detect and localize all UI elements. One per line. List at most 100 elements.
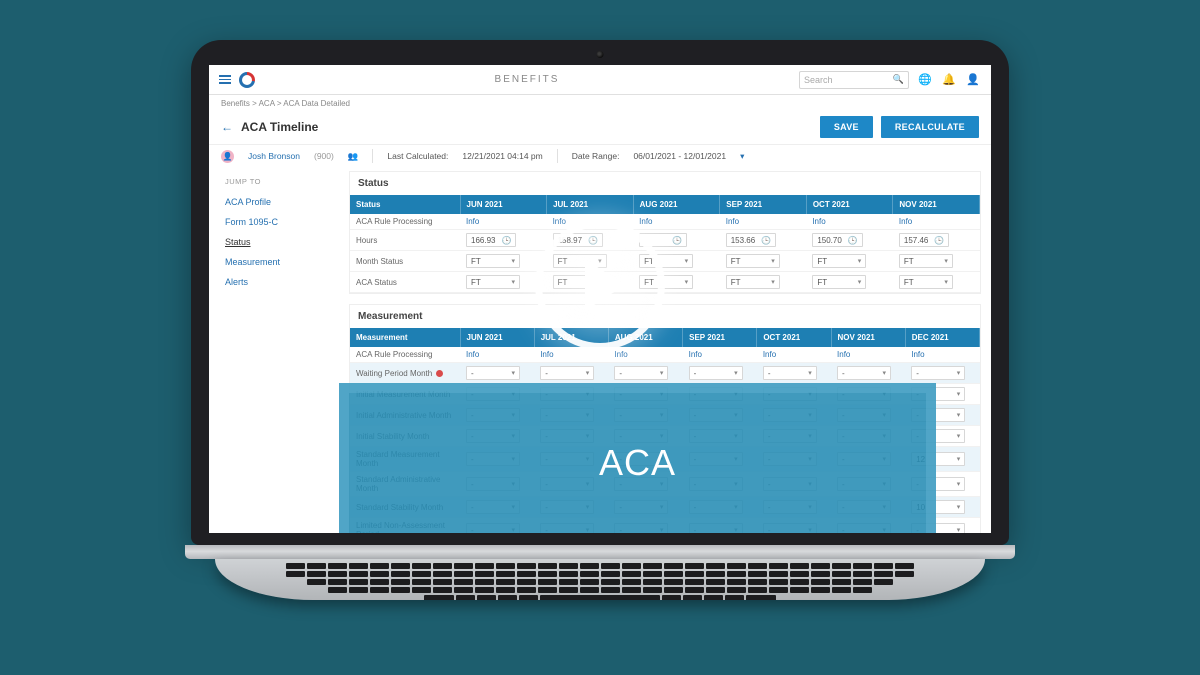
sidebar-item-alerts[interactable]: Alerts — [225, 272, 339, 292]
status-select[interactable]: FT▾ — [466, 275, 520, 289]
status-title: Status — [350, 172, 980, 195]
sidebar-item-form-1095-c[interactable]: Form 1095-C — [225, 212, 339, 232]
measurement-select[interactable]: -▾ — [689, 366, 743, 380]
info-link[interactable]: Info — [899, 217, 912, 226]
col-header: Measurement — [350, 328, 460, 347]
play-button[interactable] — [535, 220, 665, 350]
clock-icon: 🕒 — [848, 236, 858, 245]
save-button[interactable]: SAVE — [820, 116, 873, 138]
employee-id: (900) — [314, 151, 334, 161]
banner-text: ACA — [599, 442, 676, 484]
clock-icon: 🕒 — [934, 236, 944, 245]
chevron-down-icon: ▾ — [957, 503, 961, 511]
hours-input[interactable]: 150.70🕒 — [812, 233, 862, 247]
chevron-down-icon: ▾ — [957, 432, 961, 440]
info-link[interactable]: Info — [689, 350, 702, 359]
status-select[interactable]: FT▾ — [726, 254, 780, 268]
last-calculated-value: 12/21/2021 04:14 pm — [462, 151, 542, 161]
table-row: Waiting Period Month-▾-▾-▾-▾-▾-▾-▾ — [350, 363, 980, 384]
video-title-banner: ACA — [339, 383, 936, 533]
sidebar-item-aca-profile[interactable]: ACA Profile — [225, 192, 339, 212]
chevron-down-icon: ▾ — [957, 411, 961, 419]
chevron-down-icon[interactable]: ▾ — [740, 151, 744, 162]
hours-input[interactable]: 166.93🕒 — [466, 233, 516, 247]
breadcrumb-2[interactable]: ACA — [259, 99, 275, 108]
info-link[interactable]: Info — [466, 217, 479, 226]
date-range-label: Date Range: — [572, 151, 620, 161]
search-input[interactable]: Search 🔍 — [799, 71, 909, 89]
hours-input[interactable]: 157.46🕒 — [899, 233, 949, 247]
breadcrumb-1[interactable]: Benefits — [221, 99, 250, 108]
col-header: Status — [350, 195, 460, 214]
info-link[interactable]: Info — [911, 350, 924, 359]
col-header: OCT 2021 — [806, 195, 893, 214]
info-link[interactable]: Info — [763, 350, 776, 359]
measurement-select[interactable]: -▾ — [911, 366, 965, 380]
chevron-down-icon: ▾ — [511, 369, 515, 377]
play-icon — [585, 259, 625, 311]
last-calculated-label: Last Calculated: — [387, 151, 448, 161]
chevron-down-icon: ▾ — [808, 369, 812, 377]
chevron-down-icon: ▾ — [858, 257, 862, 265]
chevron-down-icon: ▾ — [957, 526, 961, 533]
employee-name[interactable]: Josh Bronson — [248, 151, 300, 161]
status-select[interactable]: FT▾ — [466, 254, 520, 268]
hours-input[interactable]: 153.66🕒 — [726, 233, 776, 247]
measurement-select[interactable]: -▾ — [466, 366, 520, 380]
chevron-down-icon: ▾ — [957, 369, 961, 377]
status-select[interactable]: FT▾ — [812, 254, 866, 268]
chevron-down-icon: ▾ — [944, 278, 948, 286]
app-logo — [239, 72, 255, 88]
info-link[interactable]: Info — [726, 217, 739, 226]
measurement-select[interactable]: -▾ — [763, 366, 817, 380]
globe-icon[interactable]: 🌐 — [917, 72, 933, 88]
date-range-value[interactable]: 06/01/2021 - 12/01/2021 — [633, 151, 726, 161]
col-header: SEP 2021 — [720, 195, 807, 214]
chevron-down-icon: ▾ — [957, 480, 961, 488]
app-title: BENEFITS — [263, 74, 791, 85]
col-header: NOV 2021 — [831, 328, 905, 347]
laptop-base — [185, 545, 1015, 600]
back-arrow-icon[interactable]: ← — [221, 120, 233, 134]
webcam — [597, 51, 604, 58]
recalculate-button[interactable]: RECALCULATE — [881, 116, 979, 138]
chevron-down-icon: ▾ — [771, 257, 775, 265]
info-link[interactable]: Info — [812, 217, 825, 226]
chevron-down-icon: ▾ — [883, 369, 887, 377]
hamburger-icon[interactable] — [219, 75, 231, 84]
chevron-down-icon: ▾ — [944, 257, 948, 265]
col-header: AUG 2021 — [633, 195, 720, 214]
breadcrumb: Benefits > ACA > ACA Data Detailed — [209, 95, 991, 112]
search-placeholder: Search — [804, 75, 833, 85]
app-header: BENEFITS Search 🔍 🌐 🔔 👤 — [209, 65, 991, 95]
clock-icon: 🕒 — [761, 236, 771, 245]
chevron-down-icon: ▾ — [685, 257, 689, 265]
bell-icon[interactable]: 🔔 — [941, 72, 957, 88]
sidebar: JUMP TO ACA ProfileForm 1095-CStatusMeas… — [219, 171, 339, 533]
status-select[interactable]: FT▾ — [899, 254, 953, 268]
clock-icon: 🕒 — [501, 236, 511, 245]
chevron-down-icon: ▾ — [586, 369, 590, 377]
status-select[interactable]: FT▾ — [812, 275, 866, 289]
page-bar: ← ACA Timeline SAVE RECALCULATE — [209, 112, 991, 145]
sidebar-item-measurement[interactable]: Measurement — [225, 252, 339, 272]
chevron-down-icon: ▾ — [957, 455, 961, 463]
employee-avatar: 👤 — [221, 150, 234, 163]
sidebar-heading: JUMP TO — [225, 177, 339, 186]
measurement-select[interactable]: -▾ — [614, 366, 668, 380]
col-header: NOV 2021 — [893, 195, 980, 214]
user-avatar-icon[interactable]: 👤 — [965, 72, 981, 88]
chevron-down-icon: ▾ — [858, 278, 862, 286]
sidebar-item-status[interactable]: Status — [225, 232, 339, 252]
search-icon: 🔍 — [893, 74, 904, 85]
page-title: ACA Timeline — [241, 120, 318, 134]
measurement-select[interactable]: -▾ — [837, 366, 891, 380]
app-screen: BENEFITS Search 🔍 🌐 🔔 👤 Benefits > ACA >… — [209, 65, 991, 533]
status-select[interactable]: FT▾ — [726, 275, 780, 289]
people-icon[interactable]: 👥 — [348, 151, 359, 162]
info-link[interactable]: Info — [837, 350, 850, 359]
info-link[interactable]: Info — [466, 350, 479, 359]
status-select[interactable]: FT▾ — [899, 275, 953, 289]
col-header: DEC 2021 — [905, 328, 979, 347]
col-header: OCT 2021 — [757, 328, 831, 347]
